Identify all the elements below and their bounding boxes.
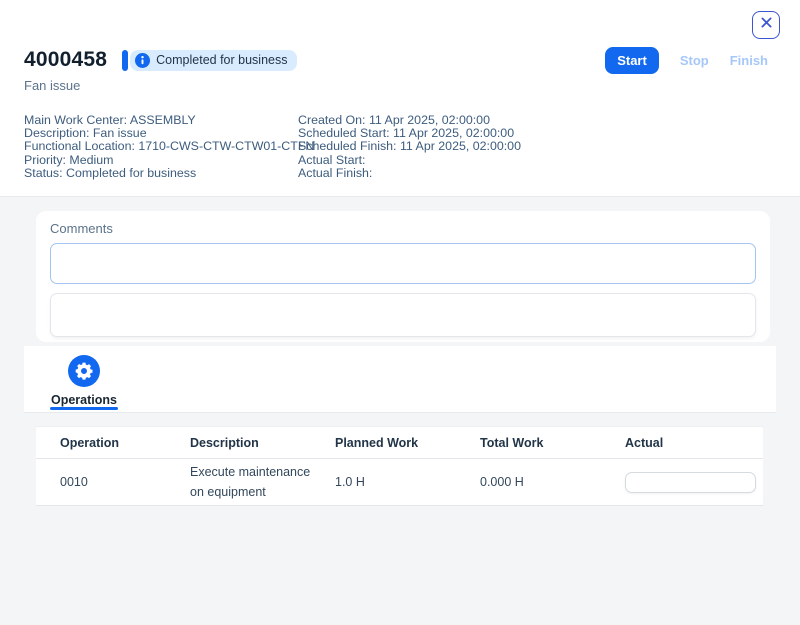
cell-total-work: 0.000 H <box>480 475 625 489</box>
table-row: 0010 Execute maintenance on equipment 1.… <box>36 459 763 506</box>
tab-operations[interactable]: Operations <box>50 355 118 407</box>
details-left-column: Main Work Center: ASSEMBLY Description: … <box>24 114 298 180</box>
gear-icon <box>68 355 100 387</box>
detail-functional-location: Functional Location: 1710-CWS-CTW-CTW01-… <box>24 140 298 153</box>
table-header-row: Operation Description Planned Work Total… <box>36 426 763 459</box>
details-block: Main Work Center: ASSEMBLY Description: … <box>24 114 768 180</box>
tab-operations-label: Operations <box>51 393 117 407</box>
detail-status: Status: Completed for business <box>24 167 298 180</box>
work-order-detail-page: 4000458 Completed for business Start Sto… <box>0 0 800 625</box>
start-button[interactable]: Start <box>605 47 659 74</box>
detail-actual-start: Actual Start: <box>298 154 521 167</box>
active-tab-underline <box>50 407 118 410</box>
comments-list <box>50 293 756 337</box>
details-right-column: Created On: 11 Apr 2025, 02:00:00 Schedu… <box>298 114 521 180</box>
col-header-actual: Actual <box>625 436 763 450</box>
header-actions: Start Stop Finish <box>605 47 768 74</box>
detail-scheduled-finish: Scheduled Finish: 11 Apr 2025, 02:00:00 <box>298 140 521 153</box>
status-badge-bar <box>122 50 128 71</box>
close-icon <box>760 16 773 34</box>
info-icon <box>135 53 150 68</box>
page-subtitle: Fan issue <box>24 78 768 93</box>
col-header-operation: Operation <box>60 436 190 450</box>
status-badge-pill: Completed for business <box>130 50 297 71</box>
comments-input[interactable] <box>50 243 756 284</box>
comments-label: Comments <box>50 221 756 236</box>
cell-description: Execute maintenance on equipment <box>190 462 335 502</box>
close-button[interactable] <box>752 11 780 39</box>
col-header-total-work: Total Work <box>480 436 625 450</box>
tab-bar: Operations <box>24 346 776 413</box>
cell-operation: 0010 <box>60 475 190 489</box>
actual-work-input[interactable] <box>625 472 756 493</box>
col-header-planned-work: Planned Work <box>335 436 480 450</box>
col-header-description: Description <box>190 436 335 450</box>
detail-actual-finish: Actual Finish: <box>298 167 521 180</box>
header: 4000458 Completed for business Start Sto… <box>24 48 768 180</box>
status-badge: Completed for business <box>122 50 297 71</box>
detail-priority: Priority: Medium <box>24 154 298 167</box>
status-badge-label: Completed for business <box>156 53 287 67</box>
finish-button[interactable]: Finish <box>730 53 768 68</box>
page-title: 4000458 <box>24 48 107 72</box>
operations-table: Operation Description Planned Work Total… <box>36 426 763 506</box>
cell-planned-work: 1.0 H <box>335 475 480 489</box>
comments-card: Comments <box>36 211 770 342</box>
title-row: 4000458 Completed for business Start Sto… <box>24 48 768 72</box>
content-section: Comments Operations Operation Descriptio… <box>0 196 800 625</box>
stop-button[interactable]: Stop <box>680 53 709 68</box>
